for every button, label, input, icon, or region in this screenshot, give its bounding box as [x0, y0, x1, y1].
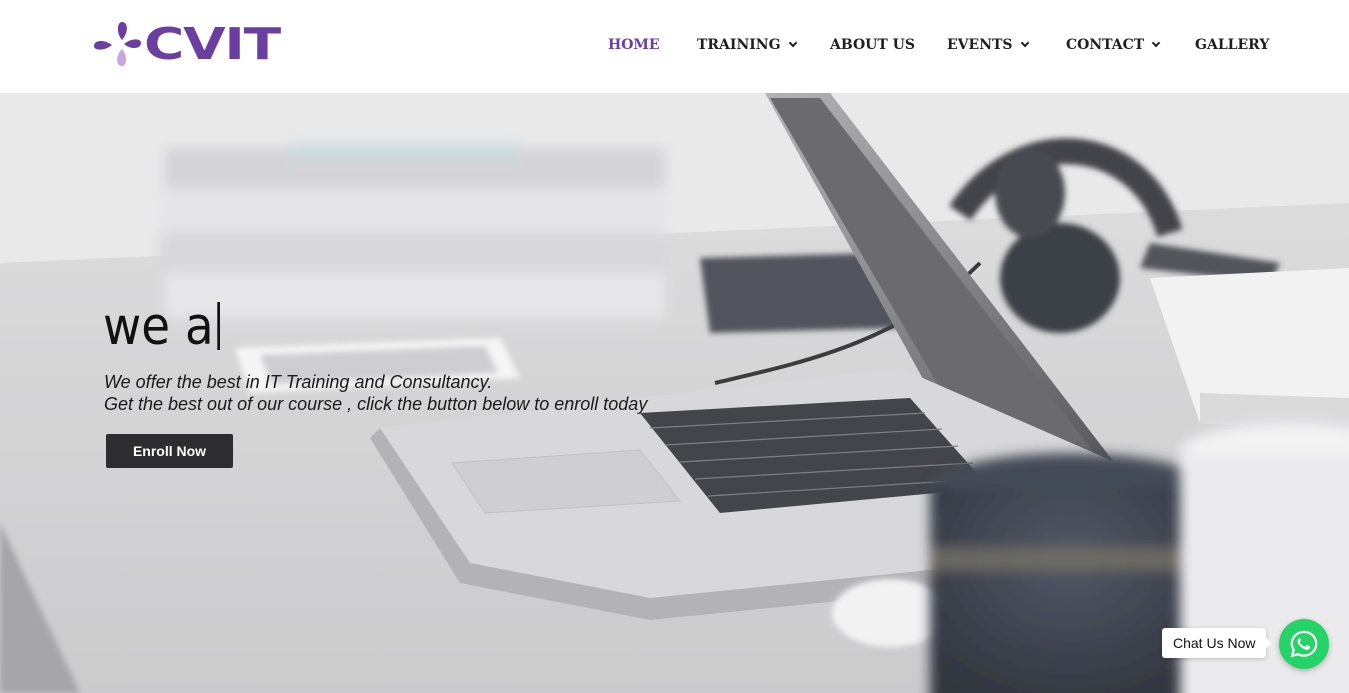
hero-headline: we a: [103, 292, 220, 362]
site-header: CVIT HOME TRAINING ABOUT US EVENTS CONTA…: [0, 0, 1349, 93]
nav-label: ABOUT US: [830, 37, 915, 53]
tagline-line-2: Get the best out of our course , click t…: [104, 394, 648, 414]
nav-item-home[interactable]: HOME: [608, 37, 660, 53]
nav-item-about-us[interactable]: ABOUT US: [830, 37, 915, 53]
chevron-down-icon: [1151, 38, 1161, 48]
chevron-down-icon: [788, 38, 797, 48]
chat-us-now-label[interactable]: Chat Us Now: [1162, 628, 1273, 658]
whatsapp-icon: [1290, 630, 1318, 658]
nav-item-training[interactable]: TRAINING: [697, 37, 797, 53]
nav-label: HOME: [608, 37, 660, 53]
nav-item-gallery[interactable]: GALLERY: [1195, 37, 1269, 53]
hero-tagline: We offer the best in IT Training and Con…: [104, 371, 647, 415]
hero-section: we a We offer the best in IT Training an…: [0, 93, 1349, 693]
nav-label: EVENTS: [947, 37, 1013, 53]
nav-label: TRAINING: [697, 37, 781, 53]
whatsapp-chat-button[interactable]: [1279, 619, 1329, 669]
typing-caret: [217, 302, 220, 350]
tagline-line-1: We offer the best in IT Training and Con…: [104, 372, 493, 392]
nav-label: GALLERY: [1195, 37, 1270, 53]
nav-item-contact[interactable]: CONTACT: [1066, 37, 1161, 53]
chevron-down-icon: [1020, 38, 1029, 48]
main-nav: HOME TRAINING ABOUT US EVENTS CONTACT GA…: [0, 37, 1349, 57]
nav-item-events[interactable]: EVENTS: [947, 37, 1029, 53]
enroll-now-button[interactable]: Enroll Now: [106, 434, 233, 468]
nav-label: CONTACT: [1066, 37, 1145, 53]
